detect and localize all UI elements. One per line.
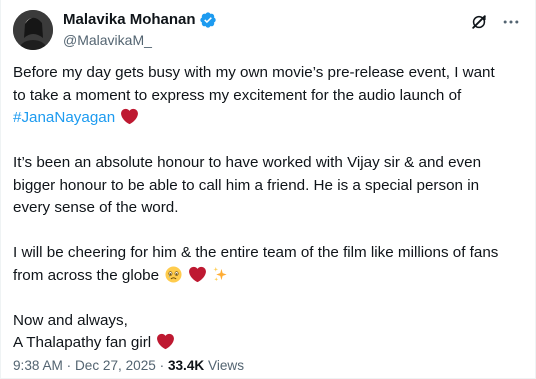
signoff-line-2: A Thalapathy fan girl <box>13 334 152 351</box>
views-label: Views <box>204 358 245 373</box>
post-header: Malavika Mohanan @MalavikaM_ <box>13 10 523 50</box>
red-heart-icon <box>121 108 139 125</box>
handle[interactable]: @MalavikaM_ <box>63 31 152 49</box>
hashtag-link[interactable]: #JanaNayagan <box>13 109 115 126</box>
views-count[interactable]: 33.4K <box>168 358 204 373</box>
post-text: Before my day gets busy with my own movi… <box>13 62 518 355</box>
name-row: Malavika Mohanan <box>63 11 217 29</box>
sparkles-icon <box>212 266 229 283</box>
cheering-text: I will be cheering for him & the entire … <box>13 244 499 284</box>
red-heart-icon <box>157 333 175 350</box>
display-name[interactable]: Malavika Mohanan <box>63 11 196 29</box>
post-card: Malavika Mohanan @MalavikaM_ Before my d… <box>0 0 536 379</box>
meta-separator: · <box>62 358 75 373</box>
red-heart-icon <box>188 266 206 283</box>
holding-back-tears-icon <box>165 265 182 283</box>
signoff-line-1: Now and always, <box>13 311 128 329</box>
paragraph-honour: It’s been an absolute honour to have wor… <box>13 154 482 216</box>
meta-separator: · <box>155 358 168 373</box>
avatar[interactable] <box>13 10 53 50</box>
post-actions <box>469 12 521 32</box>
paragraph-signoff: Now and always, A Thalapathy fan girl <box>13 310 518 355</box>
paragraph-cheering: I will be cheering for him & the entire … <box>13 242 518 287</box>
intro-line-1: Before my day gets busy with my own movi… <box>13 64 495 81</box>
post-date[interactable]: Dec 27, 2025 <box>75 358 156 373</box>
paragraph-intro: Before my day gets busy with my own movi… <box>13 62 518 130</box>
intro-line-2: to take a moment to express my excitemen… <box>13 86 462 104</box>
verified-badge-icon <box>199 11 217 29</box>
post-time[interactable]: 9:38 AM <box>13 358 63 373</box>
post-meta: 9:38 AM · Dec 27, 2025 · 33.4K Views <box>13 357 244 375</box>
grok-icon[interactable] <box>469 12 489 32</box>
more-icon[interactable] <box>501 12 521 32</box>
